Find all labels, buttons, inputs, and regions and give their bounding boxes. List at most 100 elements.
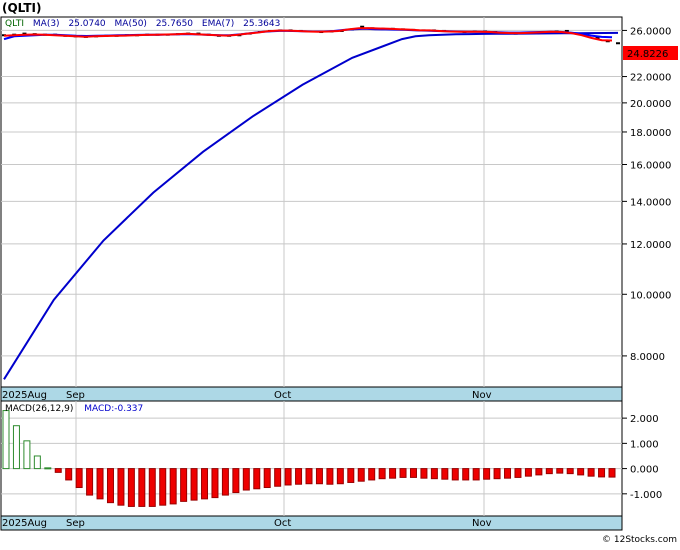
price-y-tick-label: 20.0000 (630, 99, 671, 110)
macd-bar (336, 468, 344, 485)
macd-bar (180, 468, 188, 502)
macd-bar (12, 425, 20, 470)
price-y-tick-label: 12.0000 (630, 240, 671, 251)
macd-bar (451, 468, 459, 481)
macd-bar (242, 468, 250, 491)
macd-bar (106, 468, 114, 504)
price-x-label: Sep (66, 390, 85, 401)
legend-ticker: QLTI (5, 19, 24, 29)
chart-title: (QLTI) (2, 1, 41, 15)
macd-bar (169, 468, 177, 505)
macd-bar (357, 468, 365, 482)
macd-bar (263, 468, 271, 489)
macd-panel (0, 400, 623, 531)
price-date-axis-band (0, 386, 623, 402)
macd-x-label: Nov (472, 518, 492, 529)
price-y-tick-label: 22.0000 (630, 73, 671, 84)
macd-bar (190, 468, 198, 501)
macd-bar (378, 468, 386, 480)
macd-bar (127, 468, 135, 507)
macd-bar (368, 468, 376, 481)
macd-bar (514, 468, 522, 478)
macd-bar (504, 468, 512, 479)
macd-bar (409, 468, 417, 478)
macd-bar (483, 468, 491, 480)
legend-ma50-value: 25.7650 (156, 19, 193, 29)
price-y-axis: 26.0000 22.0000 20.0000 18.0000 16.0000 14.00… (622, 26, 671, 363)
macd-bar (148, 468, 156, 507)
watermark: © 12Stocks.com (602, 535, 677, 545)
macd-bar (577, 468, 585, 476)
macd-bar (347, 468, 355, 483)
macd-bar (284, 468, 292, 486)
macd-bar (472, 468, 480, 481)
macd-legend-params: MACD(26,12,9) (5, 404, 73, 414)
macd-bar (295, 468, 303, 485)
macd-bar (430, 468, 438, 480)
stock-chart: 26.0000 22.0000 20.0000 18.0000 16.0000 14.00… (0, 0, 680, 546)
price-y-tick-label: 26.0000 (630, 26, 671, 37)
price-panel (0, 16, 623, 402)
legend-ma3-value: 25.0740 (68, 19, 105, 29)
macd-bar (535, 468, 543, 476)
macd-bar (211, 468, 219, 499)
macd-bar (138, 468, 146, 507)
macd-bar (598, 468, 606, 478)
macd-bar (305, 468, 313, 485)
legend-ema7-label: EMA(7) (202, 19, 234, 29)
macd-bar (556, 468, 564, 474)
macd-bar (493, 468, 501, 480)
macd-legend-value: MACD:-0.337 (84, 404, 143, 414)
macd-bar (75, 468, 83, 489)
price-y-tick-label: 14.0000 (630, 197, 671, 208)
price-y-tick-label: 16.0000 (630, 160, 671, 171)
macd-bar (462, 468, 470, 481)
macd-bar (524, 468, 532, 477)
macd-bar (399, 468, 407, 478)
macd-bar (441, 468, 449, 480)
price-x-label: Oct (274, 390, 291, 401)
macd-bar (315, 468, 323, 485)
macd-bar (232, 468, 240, 494)
macd-bar (221, 468, 229, 496)
macd-bar (117, 468, 125, 506)
macd-bar (201, 468, 209, 500)
macd-y-tick-label: -1.000 (630, 490, 662, 501)
legend-ma3-label: MA(3) (33, 19, 60, 29)
macd-bar (33, 455, 41, 470)
macd-y-tick-label: 2.000 (630, 414, 659, 425)
macd-bar (420, 468, 428, 479)
macd-legend: MACD(26,12,9) MACD:-0.337 (5, 404, 143, 414)
macd-bar (389, 468, 397, 479)
price-y-tick-label: 8.0000 (630, 352, 665, 363)
legend-ma50-label: MA(50) (115, 19, 147, 29)
macd-bar (44, 467, 52, 470)
macd-bar (326, 468, 334, 485)
macd-bar (54, 468, 62, 473)
macd-x-label: 2025Aug (2, 518, 47, 529)
chart-canvas: 26.0000 22.0000 20.0000 18.0000 16.0000 14.00… (0, 1, 678, 545)
macd-bar (253, 468, 261, 490)
price-y-tick-label: 18.0000 (630, 128, 671, 139)
price-y-tick-label: 10.0000 (630, 290, 671, 301)
macd-y-axis: 2.000 1.000 0.000 -1.000 (622, 414, 662, 501)
macd-x-label: Oct (274, 518, 291, 529)
legend-ema7-value: 25.3643 (243, 19, 280, 29)
macd-x-label: Sep (66, 518, 85, 529)
last-price-badge: 24.8226 (627, 49, 668, 60)
macd-bar (65, 468, 73, 481)
macd-bar (23, 440, 31, 470)
macd-y-tick-label: 0.000 (630, 465, 659, 476)
macd-y-tick-label: 1.000 (630, 439, 659, 450)
macd-bar (2, 410, 10, 470)
macd-date-axis-band (0, 515, 623, 531)
macd-bar (274, 468, 282, 487)
macd-bar (587, 468, 595, 477)
price-x-label: Nov (472, 390, 492, 401)
macd-bar (545, 468, 553, 475)
macd-bar (86, 468, 94, 496)
macd-bar (608, 468, 616, 478)
macd-bar (96, 468, 104, 500)
macd-bar (566, 468, 574, 475)
macd-bar (159, 468, 167, 506)
